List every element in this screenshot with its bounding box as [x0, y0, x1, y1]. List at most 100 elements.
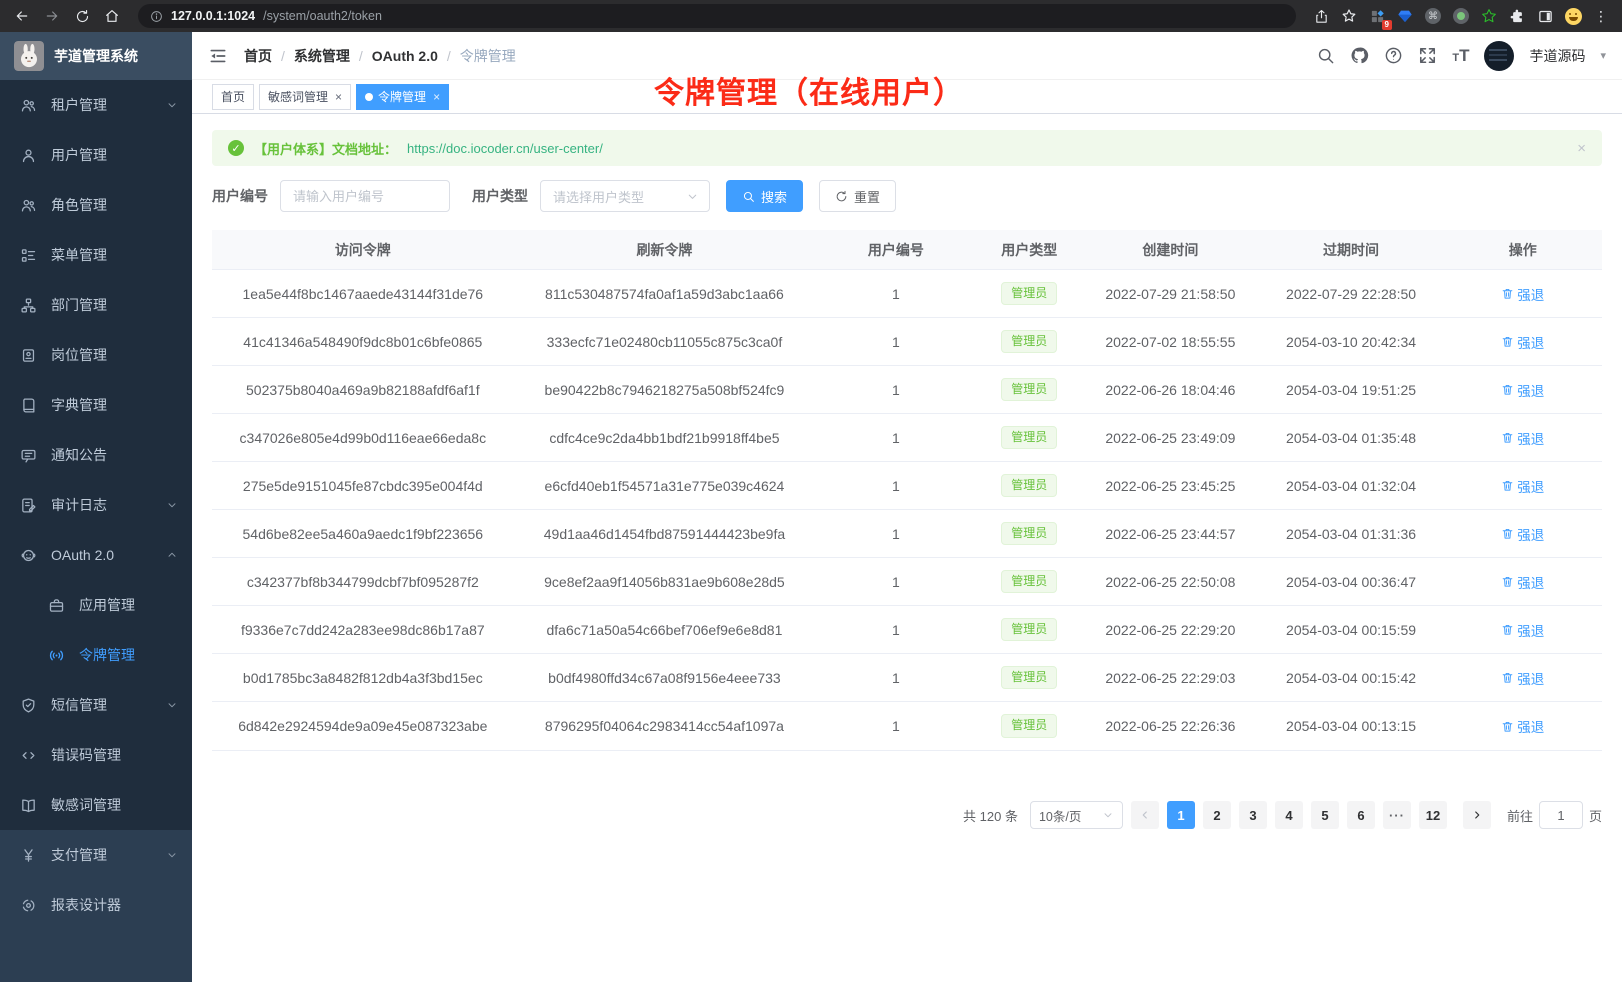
sidebar-item-label: OAuth 2.0	[51, 547, 152, 563]
user-menu-caret-icon[interactable]: ▾	[1600, 49, 1606, 62]
page-size-select[interactable]: 10条/页	[1030, 801, 1123, 829]
browser-back-icon[interactable]	[10, 4, 34, 28]
user-type-select[interactable]: 请选择用户类型	[540, 180, 710, 212]
user-avatar[interactable]	[1484, 41, 1514, 71]
breadcrumb-item[interactable]: 系统管理	[294, 46, 350, 66]
page-button-4[interactable]: 4	[1275, 801, 1303, 829]
sidebar-item-tenant-mgmt[interactable]: 租户管理	[0, 80, 192, 130]
table-row: 6d842e2924594de9a09e45e087323abe8796295f…	[212, 702, 1602, 750]
sidebar-item-sms-mgmt[interactable]: 短信管理	[0, 680, 192, 730]
sidebar-item-pay-mgmt[interactable]: 支付管理	[0, 830, 192, 880]
search-button-icon	[742, 190, 755, 203]
sidebar-item-post-mgmt[interactable]: 岗位管理	[0, 330, 192, 380]
table-header-row: 访问令牌刷新令牌用户编号用户类型创建时间过期时间操作	[212, 230, 1602, 270]
sidebar-item-report-designer[interactable]: 报表设计器	[0, 880, 192, 930]
breadcrumb-item[interactable]: 首页	[244, 46, 272, 66]
force-logout-button[interactable]: 强退	[1501, 716, 1544, 736]
browser-forward-icon[interactable]	[40, 4, 64, 28]
search-icon[interactable]	[1316, 46, 1335, 65]
page-ellipsis[interactable]: ···	[1383, 801, 1411, 829]
sidebar-item-label: 部门管理	[51, 295, 178, 315]
share-icon[interactable]	[1310, 5, 1332, 27]
browser-menu-icon[interactable]: ⋮	[1590, 5, 1612, 27]
page-button-6[interactable]: 6	[1347, 801, 1375, 829]
sidebar-item-dict-mgmt[interactable]: 字典管理	[0, 380, 192, 430]
gem-extension-icon[interactable]	[1394, 5, 1416, 27]
force-logout-button[interactable]: 强退	[1501, 668, 1544, 688]
table-row: 502375b8040a469a9b82188afdf6af1fbe90422b…	[212, 366, 1602, 414]
sidebar-item-audit-log[interactable]: 审计日志	[0, 480, 192, 530]
extension-grid-icon[interactable]: 9	[1366, 5, 1388, 27]
sidebar-item-dept-mgmt[interactable]: 部门管理	[0, 280, 192, 330]
tab-close-icon[interactable]: ×	[335, 91, 342, 103]
tab-close-icon[interactable]: ×	[433, 91, 440, 103]
page-button-1[interactable]: 1	[1167, 801, 1195, 829]
page-button-3[interactable]: 3	[1239, 801, 1267, 829]
github-icon[interactable]	[1350, 46, 1369, 65]
sidebar-item-sensitive-word-mgmt[interactable]: 敏感词管理	[0, 780, 192, 830]
sidebar-item-notice-mgmt[interactable]: 通知公告	[0, 430, 192, 480]
goto-page-input[interactable]	[1539, 801, 1583, 829]
search-button[interactable]: 搜索	[726, 180, 803, 212]
command-extension-icon[interactable]: ⌘	[1422, 5, 1444, 27]
force-logout-button[interactable]: 强退	[1501, 524, 1544, 544]
browser-address-bar[interactable]: 127.0.0.1:1024/system/oauth2/token	[138, 4, 1296, 28]
star-extension-icon[interactable]	[1478, 5, 1500, 27]
puzzle-extension-icon[interactable]	[1506, 5, 1528, 27]
collapse-sidebar-icon[interactable]	[208, 46, 228, 66]
force-logout-button[interactable]: 强退	[1501, 380, 1544, 400]
page-button-5[interactable]: 5	[1311, 801, 1339, 829]
refresh-token-cell: 811c530487574fa0af1a59d3abc1aa66	[514, 286, 816, 302]
home-tab[interactable]: 首页	[212, 84, 254, 110]
page-button-2[interactable]: 2	[1203, 801, 1231, 829]
record-extension-icon[interactable]	[1450, 5, 1472, 27]
column-header: 操作	[1443, 240, 1601, 260]
reset-button[interactable]: 重置	[819, 180, 896, 212]
table-row: c347026e805e4d99b0d116eae66eda8ccdfc4ce9…	[212, 414, 1602, 462]
browser-reload-icon[interactable]	[70, 4, 94, 28]
sidebar-item-oauth2-app-mgmt[interactable]: 应用管理	[0, 580, 192, 630]
action-cell: 强退	[1443, 284, 1601, 304]
force-logout-button[interactable]: 强退	[1501, 476, 1544, 496]
site-info-icon[interactable]	[150, 10, 163, 23]
breadcrumb-separator: /	[447, 48, 451, 64]
created-time-cell: 2022-06-25 23:49:09	[1082, 430, 1259, 446]
refresh-icon	[835, 190, 848, 203]
prev-page-button[interactable]	[1131, 801, 1159, 829]
user-id-label: 用户编号	[212, 186, 268, 206]
breadcrumb-item[interactable]: OAuth 2.0	[372, 48, 438, 64]
sidebar-item-menu-mgmt[interactable]: 菜单管理	[0, 230, 192, 280]
sensitive-word-tab[interactable]: 敏感词管理×	[259, 84, 351, 110]
sidebar-item-error-code-mgmt[interactable]: 错误码管理	[0, 730, 192, 780]
next-page-button[interactable]	[1463, 801, 1491, 829]
page-button-12[interactable]: 12	[1419, 801, 1447, 829]
force-logout-button[interactable]: 强退	[1501, 284, 1544, 304]
sidebar-item-user-mgmt[interactable]: 用户管理	[0, 130, 192, 180]
browser-home-icon[interactable]	[100, 4, 124, 28]
bookmark-star-icon[interactable]	[1338, 5, 1360, 27]
admin-tag: 管理员	[1001, 570, 1057, 594]
doc-link[interactable]: https://doc.iocoder.cn/user-center/	[407, 141, 603, 156]
app-logo[interactable]: 芋道管理系统	[0, 32, 192, 80]
sidebar-item-oauth2-token-mgmt[interactable]: 令牌管理	[0, 630, 192, 680]
access-token-cell: 1ea5e44f8bc1467aaede43144f31de76	[212, 286, 514, 302]
force-logout-button[interactable]: 强退	[1501, 332, 1544, 352]
sidebar-item-label: 通知公告	[51, 445, 178, 465]
force-logout-button[interactable]: 强退	[1501, 428, 1544, 448]
font-size-icon[interactable]: TT	[1452, 47, 1469, 64]
red-annotation: 令牌管理（在线用户）	[654, 68, 964, 112]
token-tab[interactable]: 令牌管理×	[356, 84, 449, 110]
user-id-input[interactable]	[280, 180, 450, 212]
sidebar-item-oauth2[interactable]: OAuth 2.0	[0, 530, 192, 580]
sidebar-extension-icon[interactable]	[1534, 5, 1556, 27]
user-icon	[20, 147, 37, 164]
force-logout-button[interactable]: 强退	[1501, 620, 1544, 640]
force-logout-button[interactable]: 强退	[1501, 572, 1544, 592]
refresh-token-cell: 9ce8ef2aa9f14056b831ae9b608e28d5	[514, 574, 816, 590]
help-icon[interactable]	[1384, 46, 1403, 65]
sidebar-item-label: 菜单管理	[51, 245, 178, 265]
profile-avatar-icon[interactable]	[1562, 5, 1584, 27]
sidebar-item-role-mgmt[interactable]: 角色管理	[0, 180, 192, 230]
fullscreen-icon[interactable]	[1418, 46, 1437, 65]
alert-close-icon[interactable]: ×	[1577, 140, 1586, 157]
